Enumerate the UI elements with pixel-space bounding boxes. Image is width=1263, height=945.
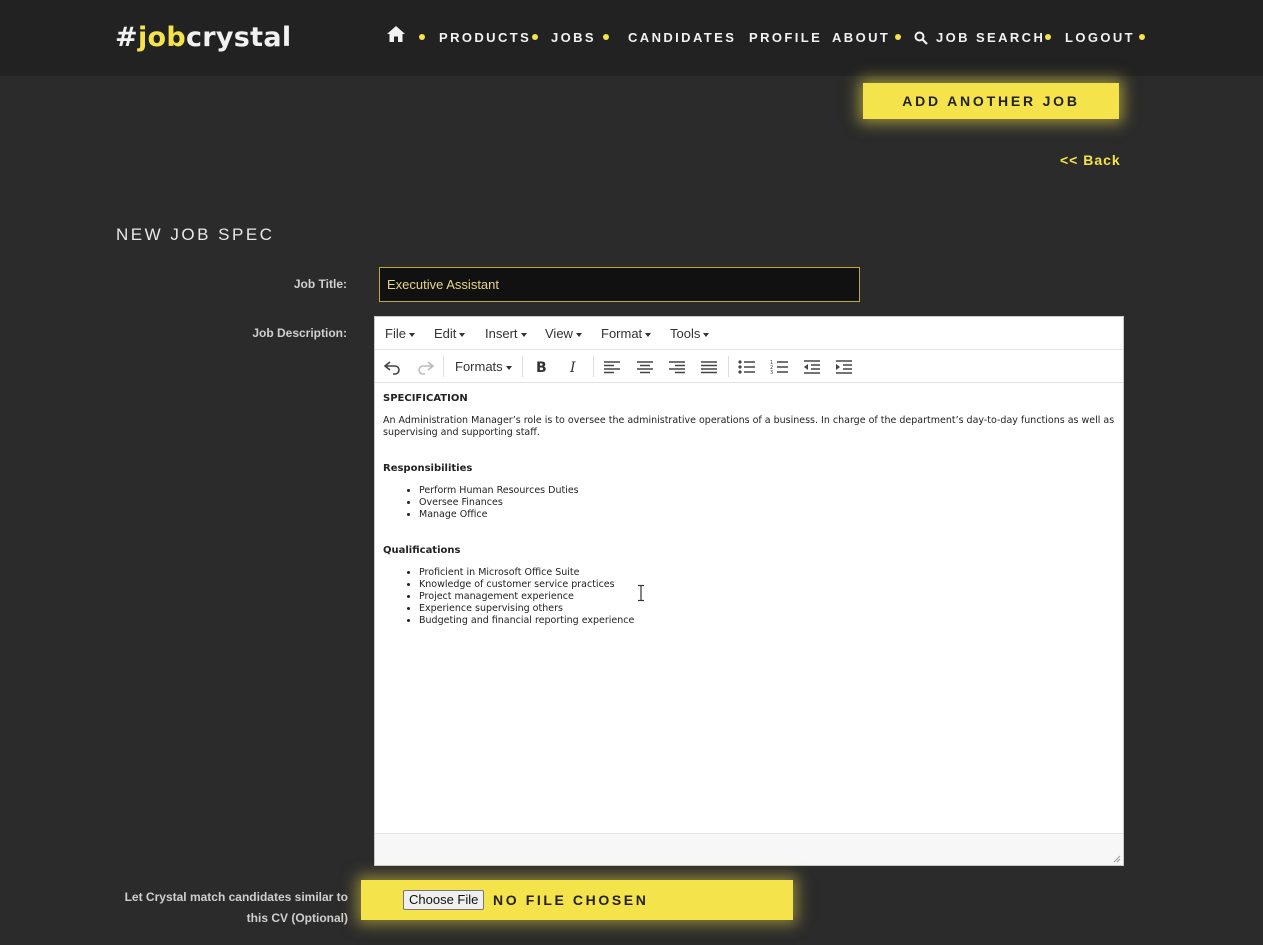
chevron-down-icon <box>505 365 512 370</box>
menu-edit[interactable]: Edit <box>434 326 466 341</box>
undo-icon[interactable] <box>382 358 404 376</box>
italic-icon[interactable]: I <box>563 358 585 376</box>
qualifications-list: Proficient in Microsoft Office Suite Kno… <box>419 567 1115 627</box>
menu-insert[interactable]: Insert <box>485 326 527 341</box>
back-link[interactable]: << Back <box>1060 152 1121 168</box>
nav-item-candidates[interactable]: CANDIDATES <box>628 30 736 45</box>
job-title-label: Job Title: <box>293 277 347 291</box>
list-item: Proficient in Microsoft Office Suite <box>419 567 1115 579</box>
justify-icon[interactable] <box>698 358 720 376</box>
menu-view-label: View <box>545 326 573 341</box>
editor-toolbar: Formats B I 123 <box>375 350 1123 383</box>
search-icon[interactable] <box>914 31 928 45</box>
chevron-down-icon <box>703 332 710 337</box>
resize-handle-icon[interactable] <box>1113 855 1121 863</box>
align-left-icon[interactable] <box>601 358 623 376</box>
editor-content[interactable]: SPECIFICATION An Administration Manager’… <box>383 393 1115 637</box>
numbered-list-icon[interactable]: 123 <box>769 358 791 376</box>
toolbar-divider <box>728 356 729 377</box>
toolbar-divider <box>443 356 444 377</box>
list-item: Knowledge of customer service practices <box>419 579 1115 591</box>
menu-file-label: File <box>385 326 406 341</box>
logo-job: job <box>137 22 186 53</box>
chevron-down-icon <box>459 332 466 337</box>
logo[interactable]: #jobcrystal <box>115 22 291 53</box>
align-right-icon[interactable] <box>666 358 688 376</box>
qualifications-heading: Qualifications <box>383 545 461 556</box>
list-item: Project management experience <box>419 591 1115 603</box>
svg-text:3: 3 <box>770 370 773 376</box>
menu-tools-label: Tools <box>670 326 701 341</box>
menu-format-label: Format <box>601 326 643 341</box>
logo-crystal: crystal <box>185 22 292 53</box>
choose-file-button[interactable]: Choose File <box>403 890 485 910</box>
editor-menubar: File Edit Insert View Format Tools <box>375 317 1123 350</box>
nav-separator-dot <box>419 34 425 40</box>
list-item: Budgeting and financial reporting experi… <box>419 615 1115 627</box>
list-item: Manage Office <box>419 509 1115 521</box>
top-navbar: #jobcrystal PRODUCTS JOBS CANDIDATES PRO… <box>0 0 1263 76</box>
formats-label: Formats <box>455 359 503 374</box>
indent-icon[interactable] <box>833 358 855 376</box>
align-center-icon[interactable] <box>634 358 656 376</box>
toolbar-divider <box>522 356 523 377</box>
menu-edit-label: Edit <box>434 326 457 341</box>
editor-statusbar <box>375 833 1123 865</box>
chevron-down-icon <box>520 332 527 337</box>
cv-upload-bar: Choose File NO FILE CHOSEN <box>361 880 793 920</box>
no-file-chosen-text: NO FILE CHOSEN <box>493 892 649 908</box>
nav-item-profile[interactable]: PROFILE <box>749 30 822 45</box>
logo-hash: # <box>115 22 138 53</box>
menu-insert-label: Insert <box>485 326 518 341</box>
list-item: Oversee Finances <box>419 497 1115 509</box>
nav-separator-dot <box>1045 34 1051 40</box>
redo-icon[interactable] <box>414 358 436 376</box>
nav-item-job-search[interactable]: JOB SEARCH <box>936 30 1045 45</box>
list-item: Experience supervising others <box>419 603 1115 615</box>
responsibilities-list: Perform Human Resources Duties Oversee F… <box>419 485 1115 521</box>
page-title: NEW JOB SPEC <box>116 225 275 244</box>
job-description-label: Job Description: <box>252 326 347 340</box>
bold-icon[interactable]: B <box>530 358 552 376</box>
cv-match-label: Let Crystal match candidates similar to … <box>124 890 348 925</box>
text-cursor-icon <box>638 584 644 602</box>
menu-format[interactable]: Format <box>601 326 652 341</box>
formats-dropdown[interactable]: Formats <box>455 359 512 374</box>
nav-separator-dot <box>603 34 609 40</box>
menu-tools[interactable]: Tools <box>670 326 710 341</box>
menu-file[interactable]: File <box>385 326 415 341</box>
nav-item-jobs[interactable]: JOBS <box>551 30 596 45</box>
nav-item-about[interactable]: ABOUT <box>832 30 890 45</box>
toolbar-divider <box>593 356 594 377</box>
home-icon[interactable] <box>386 25 406 43</box>
nav-item-logout[interactable]: LOGOUT <box>1065 30 1135 45</box>
responsibilities-heading: Responsibilities <box>383 463 473 474</box>
spec-text: An Administration Manager’s role is to o… <box>383 415 1115 438</box>
outdent-icon[interactable] <box>801 358 823 376</box>
nav-separator-dot <box>1139 34 1145 40</box>
chevron-down-icon <box>645 332 652 337</box>
list-item: Perform Human Resources Duties <box>419 485 1115 497</box>
nav-separator-dot <box>532 34 538 40</box>
chevron-down-icon <box>408 332 415 337</box>
chevron-down-icon <box>575 332 582 337</box>
spec-heading: SPECIFICATION <box>383 393 468 404</box>
rich-text-editor: File Edit Insert View Format Tools Forma… <box>374 316 1124 866</box>
nav-item-products[interactable]: PRODUCTS <box>439 30 531 45</box>
add-another-job-button[interactable]: ADD ANOTHER JOB <box>863 83 1119 119</box>
menu-view[interactable]: View <box>545 326 582 341</box>
svg-text:B: B <box>536 360 547 376</box>
svg-text:I: I <box>569 360 576 376</box>
bullet-list-icon[interactable] <box>736 358 758 376</box>
job-title-input[interactable]: Executive Assistant <box>379 267 860 302</box>
nav-separator-dot <box>895 34 901 40</box>
